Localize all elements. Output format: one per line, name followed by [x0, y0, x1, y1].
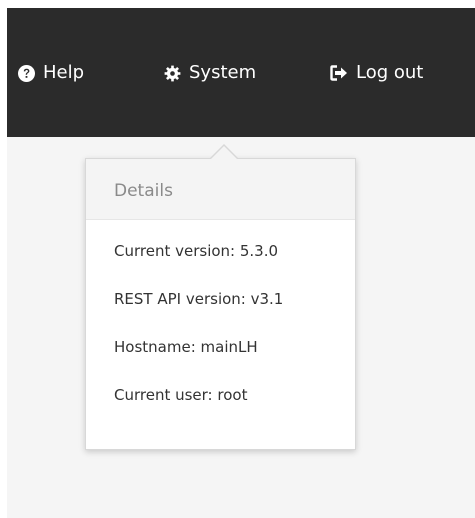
- rest-api-version-text: REST API version: v3.1: [114, 290, 284, 308]
- system-label: System: [189, 62, 257, 83]
- gear-icon: [164, 65, 181, 82]
- popover-header: Details: [86, 159, 355, 220]
- system-details-popover: Details Current version: 5.3.0 REST API …: [85, 144, 356, 450]
- sign-out-icon: [330, 65, 348, 81]
- system-menu-button[interactable]: System: [164, 61, 256, 85]
- hostname-text: Hostname: mainLH: [114, 338, 258, 356]
- help-menu-button[interactable]: Help: [18, 61, 84, 85]
- logout-label: Log out: [356, 62, 424, 83]
- help-label: Help: [43, 62, 85, 83]
- app-frame: Help System Log out Details Current vers…: [7, 8, 475, 518]
- top-navigation-bar: Help System Log out: [7, 8, 475, 137]
- question-circle-icon: [18, 64, 35, 82]
- current-version-text: Current version: 5.3.0: [114, 242, 279, 260]
- current-user-text: Current user: root: [114, 386, 248, 404]
- popover-arrow-fill: [210, 146, 238, 160]
- logout-button[interactable]: Log out: [330, 61, 423, 85]
- popover-title: Details: [114, 181, 173, 201]
